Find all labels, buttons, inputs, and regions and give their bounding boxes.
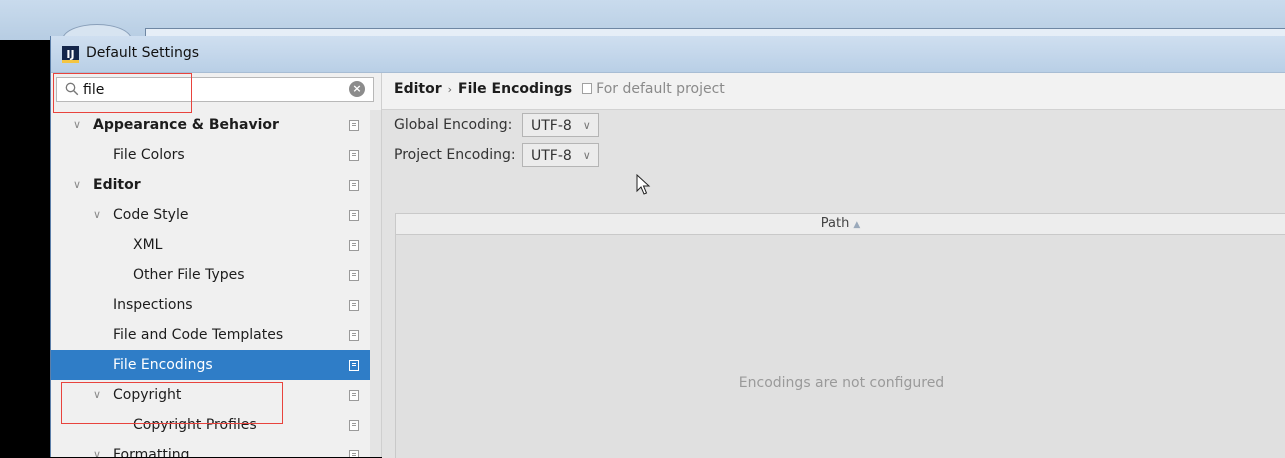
search-input[interactable] <box>83 78 353 101</box>
scope-note-text: For default project <box>596 81 725 97</box>
desktop-top-strip <box>0 0 1285 56</box>
tree-item[interactable]: ∨ Appearance & Behavior <box>51 110 381 140</box>
project-settings-icon <box>349 180 359 191</box>
breadcrumb-scope-note: For default project <box>582 81 725 97</box>
settings-tree: ∨ Appearance & Behavior File Colors ∨ Editor… <box>51 110 381 457</box>
tree-item-label: Formatting <box>113 447 190 457</box>
project-settings-icon <box>349 420 359 431</box>
chevron-down-icon: ∨ <box>582 149 591 162</box>
tree-item[interactable]: File Colors <box>51 140 381 170</box>
tree-item-label: Appearance & Behavior <box>93 117 279 133</box>
tree-item[interactable]: XML <box>51 230 381 260</box>
breadcrumb: Editor › File Encodings For default project <box>394 81 725 97</box>
intellij-app-icon: IJ <box>62 46 79 63</box>
global-encoding-value: UTF-8 <box>531 118 572 134</box>
project-encoding-label: Project Encoding: <box>394 147 516 163</box>
breadcrumb-separator: › <box>447 83 453 96</box>
tree-item-label: Inspections <box>113 297 193 313</box>
encodings-table[interactable]: Encodings are not configured <box>395 235 1285 458</box>
tree-item[interactable]: Other File Types <box>51 260 381 290</box>
window-title: Default Settings <box>86 45 200 61</box>
chevron-down-icon[interactable]: ∨ <box>71 110 83 140</box>
settings-sidebar: × ∨ Appearance & Behavior File Colors ∨ Edit… <box>51 73 382 457</box>
chevron-down-icon: ∨ <box>582 119 591 132</box>
settings-dialog: IJ Default Settings × ∨ Appearance & Beha… <box>50 36 1285 458</box>
breadcrumb-parent: Editor <box>394 81 442 97</box>
project-settings-icon <box>349 390 359 401</box>
project-settings-icon <box>349 240 359 251</box>
chevron-down-icon[interactable]: ∨ <box>91 200 103 230</box>
title-bar: IJ Default Settings <box>51 36 1285 73</box>
project-settings-icon <box>349 450 359 457</box>
tree-item[interactable]: ∨ Code Style <box>51 200 381 230</box>
project-settings-icon <box>349 270 359 281</box>
sidebar-scrollbar[interactable] <box>370 110 381 457</box>
tree-item-label: File Encodings <box>113 357 213 373</box>
global-encoding-dropdown[interactable]: UTF-8 ∨ <box>522 113 599 137</box>
tree-item[interactable]: ∨ Formatting <box>51 440 381 457</box>
tree-item-label: Other File Types <box>133 267 245 283</box>
desktop-background <box>0 40 50 457</box>
chevron-down-icon[interactable]: ∨ <box>71 170 83 200</box>
sort-ascending-icon: ▲ <box>853 220 861 230</box>
settings-search-box[interactable]: × <box>56 77 374 102</box>
tree-item-label: Editor <box>93 177 141 193</box>
file-encodings-panel: Global Encoding: UTF-8 ∨ Project Encodin… <box>382 109 1285 458</box>
tree-item[interactable]: File and Code Templates <box>51 320 381 350</box>
tree-item-label: File and Code Templates <box>113 327 284 343</box>
project-settings-icon <box>349 330 359 341</box>
search-icon <box>65 82 79 96</box>
project-encoding-dropdown[interactable]: UTF-8 ∨ <box>522 143 599 167</box>
clear-search-icon[interactable]: × <box>349 81 365 97</box>
path-column-header[interactable]: Path ▲ <box>395 213 1285 235</box>
tree-item[interactable]: ∨ Copyright <box>51 380 381 410</box>
settings-content: Editor › File Encodings For default project… <box>382 73 1285 458</box>
tree-item-label: XML <box>133 237 163 253</box>
mouse-cursor-icon <box>636 174 651 195</box>
tree-item[interactable]: Inspections <box>51 290 381 320</box>
project-settings-icon <box>349 360 359 371</box>
chevron-down-icon[interactable]: ∨ <box>91 440 103 457</box>
tree-item[interactable]: File Encodings <box>51 350 381 380</box>
project-settings-icon <box>349 120 359 131</box>
chevron-down-icon[interactable]: ∨ <box>91 380 103 410</box>
tree-item[interactable]: Copyright Profiles <box>51 410 381 440</box>
global-encoding-label: Global Encoding: <box>394 117 513 133</box>
project-settings-icon <box>349 210 359 221</box>
project-settings-icon <box>349 150 359 161</box>
tree-item-label: Copyright Profiles <box>133 417 257 433</box>
tree-item-label: Copyright <box>113 387 182 403</box>
path-column-label: Path <box>820 216 850 231</box>
breadcrumb-current: File Encodings <box>458 81 573 97</box>
project-scope-icon <box>582 83 593 94</box>
project-settings-icon <box>349 300 359 311</box>
tree-item-label: File Colors <box>113 147 185 163</box>
project-encoding-value: UTF-8 <box>531 148 572 164</box>
tree-item-label: Code Style <box>113 207 189 223</box>
tree-item[interactable]: ∨ Editor <box>51 170 381 200</box>
empty-table-message: Encodings are not configured <box>738 375 945 391</box>
